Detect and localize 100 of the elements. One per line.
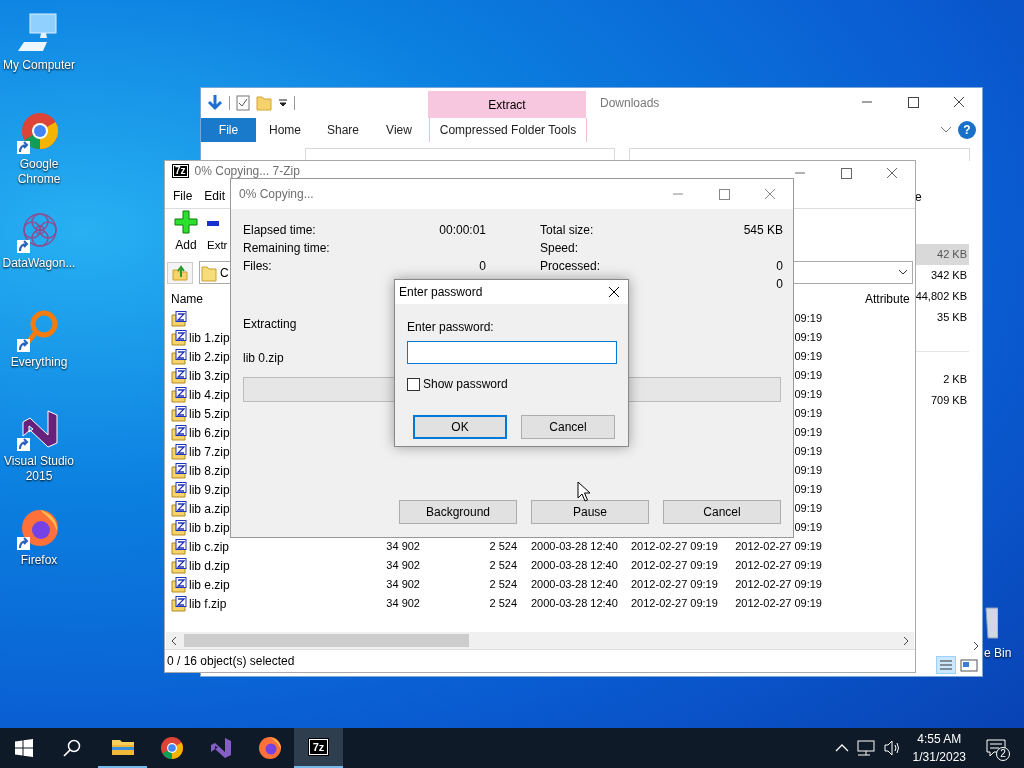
menu-item[interactable]: Edit <box>198 187 232 205</box>
stat-label: Remaining time: <box>243 240 330 257</box>
table-cell-text: 2012-02-27 09:19 <box>630 539 719 555</box>
file-name[interactable]: lib d.zip <box>189 556 230 575</box>
table-cell-text: 2012-02-27 09:19 <box>734 596 823 612</box>
download-icon[interactable] <box>207 94 223 112</box>
file-name[interactable]: lib f.zip <box>189 594 227 613</box>
table-cell-text: 2000-03-28 12:40 <box>530 596 619 612</box>
column-header[interactable]: e <box>915 188 969 206</box>
ribbon-tab[interactable]: Home <box>256 118 314 142</box>
message-icon[interactable] <box>986 739 1006 757</box>
scroll-left-icon[interactable] <box>170 635 178 646</box>
tiles-view-icon[interactable] <box>960 657 978 673</box>
dialog-button[interactable]: Cancel <box>521 415 615 439</box>
archive-icon <box>171 538 187 555</box>
file-size: 42 KB <box>915 244 969 265</box>
speaker-icon[interactable] <box>882 740 901 756</box>
operation-label: Extracting <box>243 316 297 333</box>
checkbox-label[interactable]: Show password <box>423 375 508 393</box>
archive-icon <box>171 500 187 517</box>
table-cell-text: 2012-02-27 09:19 <box>630 558 719 574</box>
file-name[interactable]: lib e.zip <box>189 575 230 594</box>
column-header[interactable]: Name <box>165 289 203 308</box>
table-cell-text: 2 524 <box>488 539 518 555</box>
file-name[interactable]: lib a.zip <box>189 499 230 518</box>
stat-label: Processed: <box>540 258 601 275</box>
table-cell-text: 2012-02-27 09:19 <box>734 558 823 574</box>
archive-icon <box>171 595 187 612</box>
table-cell-text: 09:19 <box>793 463 823 479</box>
file-name[interactable]: lib b.zip <box>189 518 230 537</box>
chevron-up-icon[interactable] <box>834 743 849 753</box>
dropdown-icon[interactable] <box>278 98 288 108</box>
table-cell-text: 34 902 <box>385 558 421 574</box>
file-name[interactable]: lib 2.zip <box>189 347 230 366</box>
file-name[interactable]: lib 7.zip <box>189 442 230 461</box>
table-cell-text: 34 902 <box>385 596 421 612</box>
stat-value: 0 <box>776 258 783 275</box>
checkbox[interactable] <box>407 377 420 391</box>
stat-label: Speed: <box>540 240 579 257</box>
scroll-right-icon[interactable] <box>902 635 910 646</box>
archive-icon <box>171 519 187 536</box>
file-size: 2 KB <box>942 372 968 387</box>
up-folder-button[interactable] <box>167 261 193 284</box>
icon-label[interactable]: e Bin <box>984 646 1012 661</box>
window-title: 0% Copying... 7-Zip <box>194 162 300 180</box>
table-cell-text: 2000-03-28 12:40 <box>530 577 619 593</box>
details-view-icon[interactable] <box>936 656 956 674</box>
column-header[interactable]: Attribute <box>865 289 915 308</box>
file-name[interactable]: lib 5.zip <box>189 404 230 423</box>
file-name[interactable]: lib c.zip <box>189 537 229 556</box>
stat-value: 00:00:01 <box>439 222 486 239</box>
table-cell-text: 09:19 <box>793 520 823 536</box>
table-cell-text: 2000-03-28 12:40 <box>530 558 619 574</box>
stat-value: 0 <box>776 276 783 293</box>
notification-count[interactable]: 2 <box>996 747 1010 761</box>
clock-time[interactable]: 4:55 AM <box>912 730 966 748</box>
clock-date[interactable]: 1/31/2023 <box>912 748 966 766</box>
network-icon[interactable] <box>856 740 875 756</box>
table-cell-text: 2 524 <box>488 596 518 612</box>
stat-value: 0 <box>479 258 486 275</box>
dialog-button[interactable]: Background <box>399 500 517 524</box>
file-name[interactable]: lib 8.zip <box>189 461 230 480</box>
table-cell-text: 2000-03-28 12:40 <box>530 539 619 555</box>
ribbon-tab[interactable]: Share <box>314 118 372 142</box>
file-name[interactable]: lib 3.zip <box>189 366 230 385</box>
scroll-right-icon[interactable] <box>972 641 980 651</box>
archive-icon <box>171 462 187 479</box>
dialog-button[interactable]: OK <box>413 415 507 439</box>
ribbon-tab[interactable]: Compressed Folder Tools <box>429 118 587 142</box>
file-size: 709 KB <box>929 393 968 408</box>
file-name[interactable]: lib 1.zip <box>189 328 230 347</box>
icon-label[interactable]: Firefox <box>0 553 78 568</box>
table-cell-text: 34 902 <box>385 539 421 555</box>
dropdown-icon <box>898 268 908 277</box>
field-label: Enter password: <box>407 319 495 336</box>
file-name[interactable]: lib 6.zip <box>189 423 230 442</box>
archive-icon <box>171 367 187 384</box>
file-name[interactable]: lib 9.zip <box>189 480 230 499</box>
icon-label[interactable]: Visual Studio 2015 <box>0 454 78 484</box>
app-logo: 7z <box>172 163 189 178</box>
chevron-icon[interactable] <box>940 126 952 134</box>
archive-icon <box>171 386 187 403</box>
toolbar-button[interactable]: Add <box>165 210 207 254</box>
table-cell-text: 09:19 <box>793 406 823 422</box>
toolbar-button[interactable]: Extr <box>207 210 230 254</box>
app-logo: 7z <box>307 738 330 756</box>
ribbon-tab[interactable]: File <box>201 118 256 142</box>
scrollbar-thumb[interactable] <box>184 634 469 647</box>
checklist-icon[interactable] <box>236 95 250 111</box>
dialog-button[interactable]: Cancel <box>663 500 781 524</box>
dialog-button[interactable]: Pause <box>531 500 649 524</box>
ribbon-tab[interactable]: View <box>372 118 426 142</box>
file-name[interactable]: lib 4.zip <box>189 385 230 404</box>
table-cell-text: 09:19 <box>793 311 823 327</box>
taskbar-app[interactable]: 7z <box>294 728 343 768</box>
address-text: C <box>220 264 229 282</box>
password-field[interactable] <box>407 341 617 364</box>
menu-item[interactable]: File <box>167 187 199 205</box>
help-button[interactable]: ? <box>958 121 976 139</box>
table-cell-text: 2012-02-27 09:19 <box>630 577 719 593</box>
